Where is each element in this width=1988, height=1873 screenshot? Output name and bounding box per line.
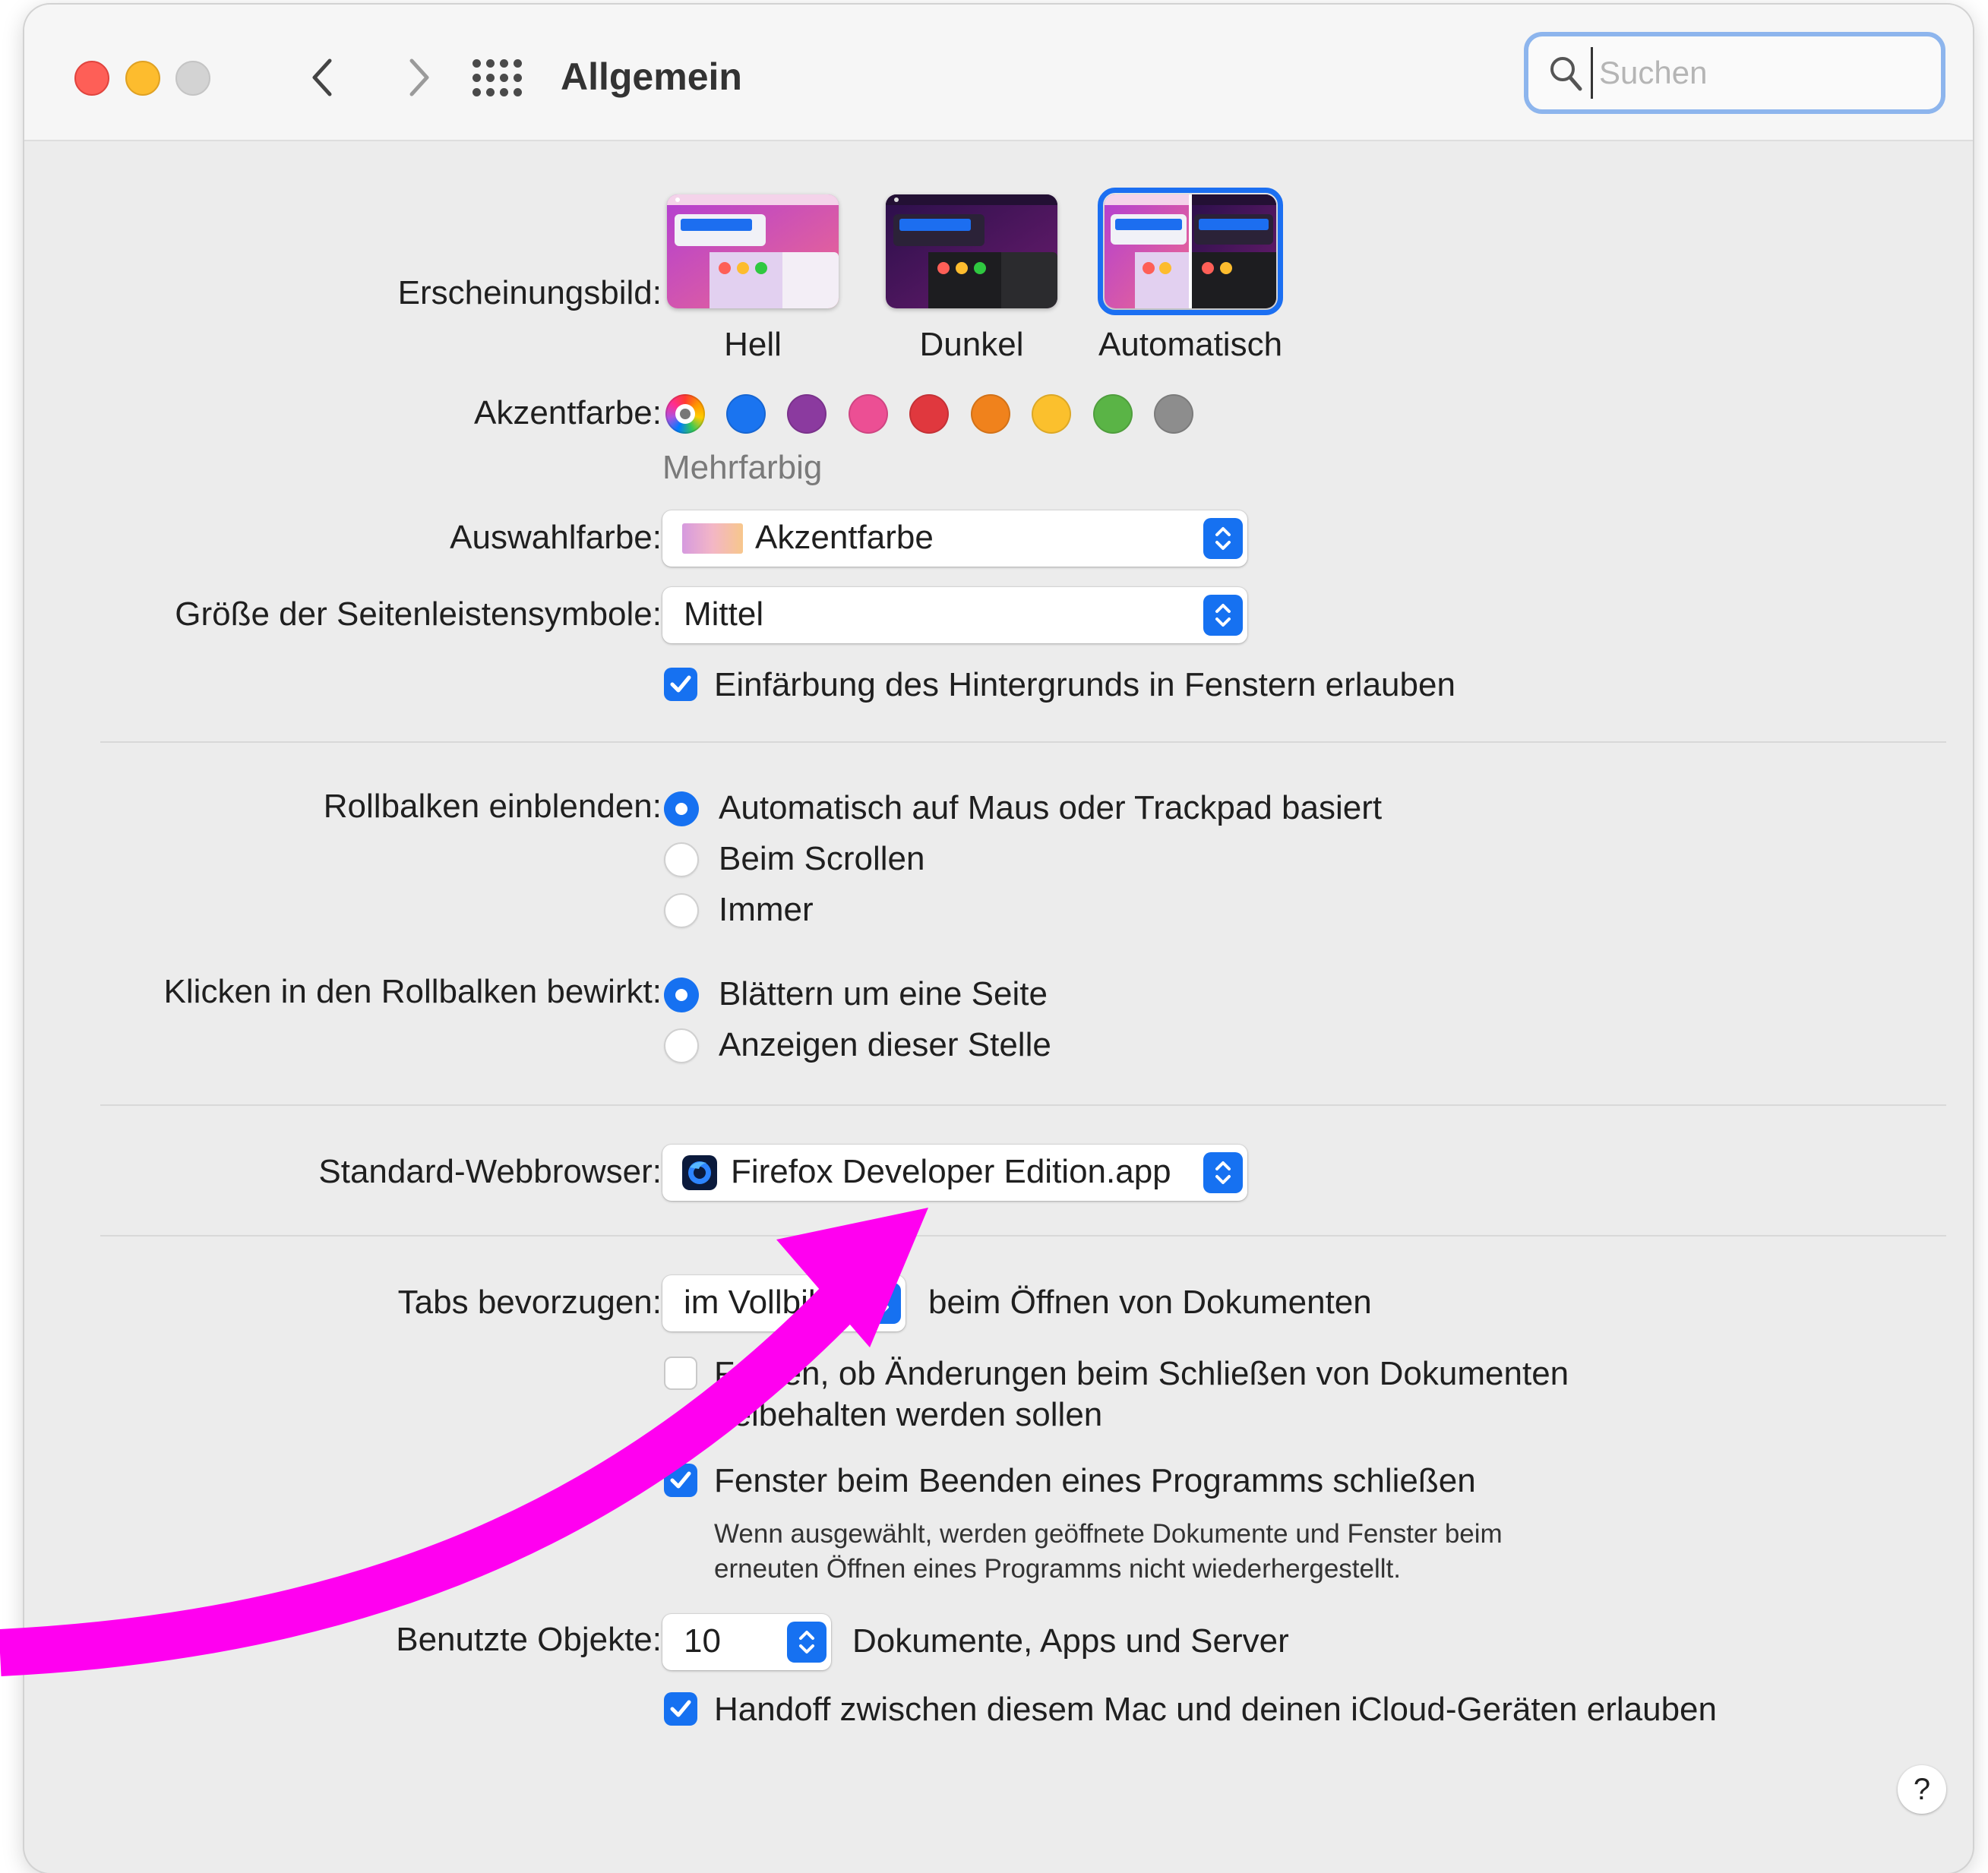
checkmark-icon [670, 1700, 691, 1717]
click-scrollbar-label: Klicken in den Rollbalken bewirkt: [163, 973, 662, 1010]
firefox-developer-icon [682, 1155, 717, 1190]
accent-yellow-swatch[interactable] [1032, 394, 1071, 434]
scrollbars-always-label: Immer [719, 891, 814, 928]
accent-orange-swatch[interactable] [971, 394, 1010, 434]
minimize-window-button[interactable] [125, 61, 160, 96]
recent-items-label: Benutzte Objekte: [396, 1621, 662, 1658]
popup-stepper-icon [1203, 518, 1243, 559]
accent-red-swatch[interactable] [909, 394, 949, 434]
appearance-dark-label: Dunkel [919, 326, 1024, 363]
search-field[interactable] [1524, 32, 1945, 114]
appearance-light-thumbnail [667, 194, 839, 308]
wallpaper-tinting-checkbox[interactable] [664, 668, 697, 701]
search-input[interactable] [1591, 47, 1935, 99]
back-button[interactable] [299, 46, 345, 109]
ask-keep-changes-label-line1: Fragen, ob Änderungen beim Schließen von… [714, 1355, 1569, 1392]
checkmark-icon [670, 1471, 691, 1489]
preferences-window: Allgemein Erscheinungsbild: [24, 5, 1973, 1873]
scrollbars-auto-radio[interactable] [664, 791, 699, 826]
recent-items-value: 10 [684, 1622, 721, 1660]
forward-button[interactable] [397, 46, 442, 109]
handoff-label: Handoff zwischen diesem Mac und deinen i… [714, 1691, 1717, 1728]
sidebar-icon-size-value: Mittel [684, 595, 764, 633]
highlight-color-value: Akzentfarbe [755, 519, 934, 556]
section-divider [100, 1104, 1946, 1106]
chevron-left-icon [312, 58, 332, 96]
section-divider [100, 1235, 1946, 1237]
section-divider [100, 741, 1946, 743]
search-icon [1550, 57, 1582, 91]
recent-items-popup[interactable]: 10 [662, 1614, 831, 1670]
accent-color-label: Akzentfarbe: [473, 394, 662, 431]
prefer-tabs-value: im Vollbild [684, 1284, 835, 1321]
click-jump-here-label: Anzeigen dieser Stelle [719, 1026, 1051, 1063]
default-browser-popup[interactable]: Firefox Developer Edition.app [662, 1145, 1247, 1201]
zoom-window-button[interactable] [175, 61, 210, 96]
window-title: Allgemein [561, 55, 742, 98]
popup-stepper-icon [861, 1283, 901, 1324]
scrollbars-when-scrolling-label: Beim Scrollen [719, 840, 925, 877]
prefer-tabs-label: Tabs bevorzugen: [397, 1284, 662, 1321]
highlight-color-popup[interactable]: Akzentfarbe [662, 510, 1247, 567]
accent-blue-swatch[interactable] [726, 394, 766, 434]
default-browser-label: Standard-Webbrowser: [318, 1153, 662, 1190]
accent-graphite-swatch[interactable] [1154, 394, 1193, 434]
accent-selected-caption: Mehrfarbig [662, 449, 823, 486]
appearance-label: Erscheinungsbild: [397, 274, 662, 311]
appearance-light-option[interactable] [667, 194, 839, 308]
accent-multicolor-swatch[interactable] [665, 394, 705, 434]
close-windows-note-line1: Wenn ausgewählt, werden geöffnete Dokume… [714, 1519, 1503, 1549]
click-jump-here-radio[interactable] [664, 1028, 699, 1063]
show-scrollbars-label: Rollbalken einblenden: [323, 788, 662, 825]
appearance-dark-option[interactable] [886, 194, 1057, 308]
appearance-auto-thumbnail [1105, 194, 1276, 308]
close-windows-checkbox[interactable] [664, 1464, 697, 1497]
help-button[interactable]: ? [1898, 1765, 1946, 1814]
show-all-grid-icon[interactable] [471, 58, 522, 99]
highlight-color-preview [682, 523, 743, 554]
popup-stepper-icon [1203, 1152, 1243, 1193]
chevron-right-icon [409, 58, 429, 96]
accent-pink-swatch[interactable] [849, 394, 888, 434]
recent-items-suffix: Dokumente, Apps und Server [852, 1622, 1289, 1660]
handoff-checkbox[interactable] [664, 1692, 697, 1726]
default-browser-value: Firefox Developer Edition.app [731, 1153, 1171, 1190]
prefer-tabs-popup[interactable]: im Vollbild [662, 1275, 906, 1331]
close-windows-label: Fenster beim Beenden eines Programms sch… [714, 1462, 1476, 1499]
close-windows-note-line2: erneuten Öffnen eines Programms nicht wi… [714, 1554, 1402, 1584]
close-window-button[interactable] [74, 61, 109, 96]
popup-stepper-icon [787, 1622, 826, 1663]
click-next-page-radio[interactable] [664, 978, 699, 1012]
ask-keep-changes-checkbox[interactable] [664, 1357, 697, 1390]
prefer-tabs-suffix: beim Öffnen von Dokumenten [928, 1284, 1372, 1321]
ask-keep-changes-label-line2: beibehalten werden sollen [714, 1396, 1103, 1433]
popup-stepper-icon [1203, 595, 1243, 636]
sidebar-icon-size-label: Größe der Seitenleistensymbole: [175, 595, 662, 633]
appearance-auto-label: Automatisch [1098, 326, 1283, 363]
accent-purple-swatch[interactable] [787, 394, 826, 434]
sidebar-icon-size-popup[interactable]: Mittel [662, 587, 1247, 643]
scrollbars-when-scrolling-radio[interactable] [664, 842, 699, 877]
appearance-auto-option[interactable] [1098, 188, 1283, 315]
scrollbars-always-radio[interactable] [664, 893, 699, 928]
checkmark-icon [670, 675, 691, 693]
title-bar: Allgemein [24, 5, 1973, 141]
scrollbars-auto-label: Automatisch auf Maus oder Trackpad basie… [719, 789, 1383, 826]
highlight-color-label: Auswahlfarbe: [450, 519, 662, 556]
accent-green-swatch[interactable] [1093, 394, 1133, 434]
appearance-dark-thumbnail [886, 194, 1057, 308]
appearance-light-label: Hell [724, 326, 782, 363]
click-next-page-label: Blättern um eine Seite [719, 975, 1048, 1012]
wallpaper-tinting-label: Einfärbung des Hintergrunds in Fenstern … [714, 666, 1455, 703]
